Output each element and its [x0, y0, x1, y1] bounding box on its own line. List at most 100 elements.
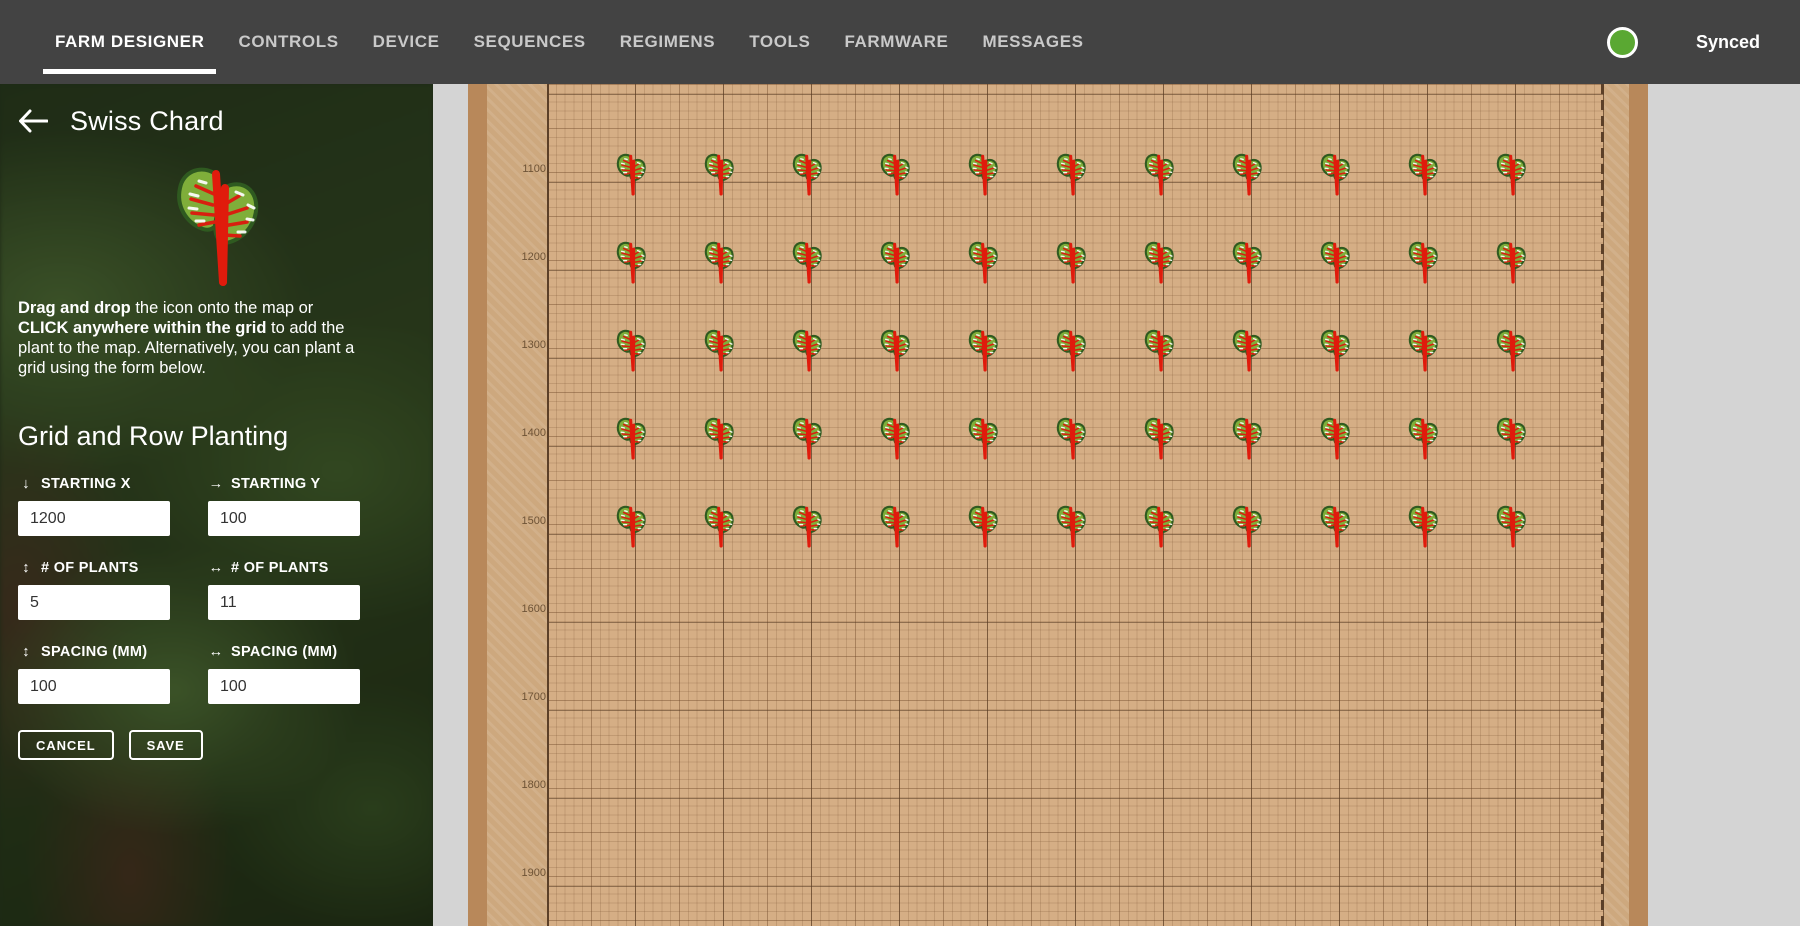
plant-marker-swiss-chard[interactable] [783, 412, 831, 460]
swiss-chard-leaf-icon[interactable] [153, 150, 281, 288]
plant-marker-swiss-chard[interactable] [1135, 500, 1183, 548]
field-label: ↕# OF PLANTS [18, 558, 208, 578]
plant-marker-swiss-chard[interactable] [959, 148, 1007, 196]
plant-marker-swiss-chard[interactable] [607, 412, 655, 460]
plant-marker-swiss-chard[interactable] [607, 500, 655, 548]
plant-marker-swiss-chard[interactable] [1223, 236, 1271, 284]
sync-status-dot [1607, 27, 1638, 58]
plant-marker-swiss-chard[interactable] [607, 148, 655, 196]
plant-marker-swiss-chard[interactable] [607, 236, 655, 284]
y-axis-tick-label: 1800 [522, 779, 546, 791]
plant-marker-swiss-chard[interactable] [695, 412, 743, 460]
plant-marker-swiss-chard[interactable] [1311, 412, 1359, 460]
plant-marker-swiss-chard[interactable] [695, 324, 743, 372]
input-starting-y-1[interactable] [208, 501, 360, 536]
plant-marker-swiss-chard[interactable] [1487, 324, 1535, 372]
plant-marker-swiss-chard[interactable] [1223, 148, 1271, 196]
input-of-plants-3[interactable] [208, 585, 360, 620]
plant-marker-swiss-chard[interactable] [1399, 236, 1447, 284]
plant-marker-swiss-chard[interactable] [695, 236, 743, 284]
plant-marker-swiss-chard[interactable] [1223, 500, 1271, 548]
plant-marker-swiss-chard[interactable] [1487, 236, 1535, 284]
y-axis-tick-label: 1700 [522, 691, 546, 703]
plant-marker-swiss-chard[interactable] [871, 500, 919, 548]
nav-item-sequences[interactable]: SEQUENCES [457, 0, 603, 84]
field-label: ↔SPACING (MM) [208, 642, 398, 662]
plant-marker-swiss-chard[interactable] [1399, 324, 1447, 372]
garden-bed: 1100120013001400150016001700180019002000 [468, 84, 1648, 926]
plant-marker-swiss-chard[interactable] [1135, 324, 1183, 372]
plant-marker-swiss-chard[interactable] [1487, 148, 1535, 196]
soil-right-border-dashed [1601, 84, 1604, 926]
plant-marker-swiss-chard[interactable] [871, 412, 919, 460]
soil-grid-area[interactable]: 1100120013001400150016001700180019002000 [547, 84, 1604, 926]
plant-marker-swiss-chard[interactable] [1047, 148, 1095, 196]
plant-marker-swiss-chard[interactable] [1135, 148, 1183, 196]
plant-marker-swiss-chard[interactable] [959, 412, 1007, 460]
cancel-button[interactable]: CANCEL [18, 730, 114, 760]
plant-marker-swiss-chard[interactable] [1399, 148, 1447, 196]
plant-marker-swiss-chard[interactable] [1311, 236, 1359, 284]
plant-marker-swiss-chard[interactable] [1399, 412, 1447, 460]
input-spacing-mm-5[interactable] [208, 669, 360, 704]
plant-marker-swiss-chard[interactable] [871, 148, 919, 196]
arrows-vertical-icon: ↕ [18, 560, 34, 576]
input-spacing-mm-4[interactable] [18, 669, 170, 704]
nav-item-device[interactable]: DEVICE [356, 0, 457, 84]
plant-marker-swiss-chard[interactable] [871, 324, 919, 372]
plant-marker-swiss-chard[interactable] [1047, 236, 1095, 284]
plant-marker-swiss-chard[interactable] [1399, 500, 1447, 548]
plant-marker-swiss-chard[interactable] [1311, 148, 1359, 196]
input-starting-x-0[interactable] [18, 501, 170, 536]
nav-item-regimens[interactable]: REGIMENS [603, 0, 732, 84]
plant-marker-swiss-chard[interactable] [959, 236, 1007, 284]
drag-help-bold-2: CLICK anywhere within the grid [18, 319, 266, 337]
plant-marker-swiss-chard[interactable] [1047, 324, 1095, 372]
plant-marker-swiss-chard[interactable] [959, 324, 1007, 372]
plant-marker-swiss-chard[interactable] [1487, 412, 1535, 460]
plant-marker-swiss-chard[interactable] [783, 324, 831, 372]
nav-item-list: FARM DESIGNERCONTROLSDEVICESEQUENCESREGI… [0, 0, 1101, 84]
input-of-plants-2[interactable] [18, 585, 170, 620]
field-label-text: STARTING Y [231, 476, 320, 492]
y-axis-tick-label: 1100 [522, 163, 546, 175]
navbar-right-group: Synced [1607, 27, 1800, 58]
plant-marker-swiss-chard[interactable] [695, 500, 743, 548]
field-starting-x-0: ↓STARTING X [18, 474, 208, 536]
plant-marker-swiss-chard[interactable] [871, 236, 919, 284]
nav-item-controls[interactable]: CONTROLS [221, 0, 355, 84]
plant-marker-swiss-chard[interactable] [1311, 500, 1359, 548]
plant-marker-swiss-chard[interactable] [783, 236, 831, 284]
plant-marker-swiss-chard[interactable] [1487, 500, 1535, 548]
plant-marker-swiss-chard[interactable] [1047, 500, 1095, 548]
form-button-row: CANCEL SAVE [18, 730, 415, 760]
plant-marker-swiss-chard[interactable] [1135, 236, 1183, 284]
nav-item-farmware[interactable]: FARMWARE [827, 0, 965, 84]
plant-marker-swiss-chard[interactable] [1047, 412, 1095, 460]
farm-designer-map[interactable]: 1100120013001400150016001700180019002000 [433, 84, 1800, 926]
nav-item-tools[interactable]: TOOLS [732, 0, 827, 84]
field-spacing-mm-4: ↕SPACING (MM) [18, 642, 208, 704]
plant-marker-swiss-chard[interactable] [1311, 324, 1359, 372]
plant-marker-swiss-chard[interactable] [1223, 412, 1271, 460]
sidebar-content: Swiss Chard [0, 84, 433, 926]
plant-marker-swiss-chard[interactable] [607, 324, 655, 372]
back-arrow-icon[interactable] [18, 109, 48, 133]
y-axis-tick-label: 1900 [522, 867, 546, 879]
plant-icon-container[interactable] [18, 150, 415, 288]
arrows-horizontal-icon: ↔ [208, 644, 224, 660]
plant-marker-swiss-chard[interactable] [959, 500, 1007, 548]
plant-marker-swiss-chard[interactable] [783, 500, 831, 548]
nav-item-farm-designer[interactable]: FARM DESIGNER [38, 0, 221, 84]
nav-item-messages[interactable]: MESSAGES [965, 0, 1100, 84]
plant-marker-swiss-chard[interactable] [1223, 324, 1271, 372]
field-label: ↕SPACING (MM) [18, 642, 208, 662]
page-title: Swiss Chard [70, 106, 224, 137]
save-button[interactable]: SAVE [129, 730, 203, 760]
plant-marker-swiss-chard[interactable] [695, 148, 743, 196]
field-label-text: # OF PLANTS [231, 560, 329, 576]
plant-marker-swiss-chard[interactable] [1135, 412, 1183, 460]
field-of-plants-3: ↔# OF PLANTS [208, 558, 398, 620]
plant-marker-swiss-chard[interactable] [783, 148, 831, 196]
drag-help-text: Drag and drop the icon onto the map or C… [18, 298, 362, 378]
